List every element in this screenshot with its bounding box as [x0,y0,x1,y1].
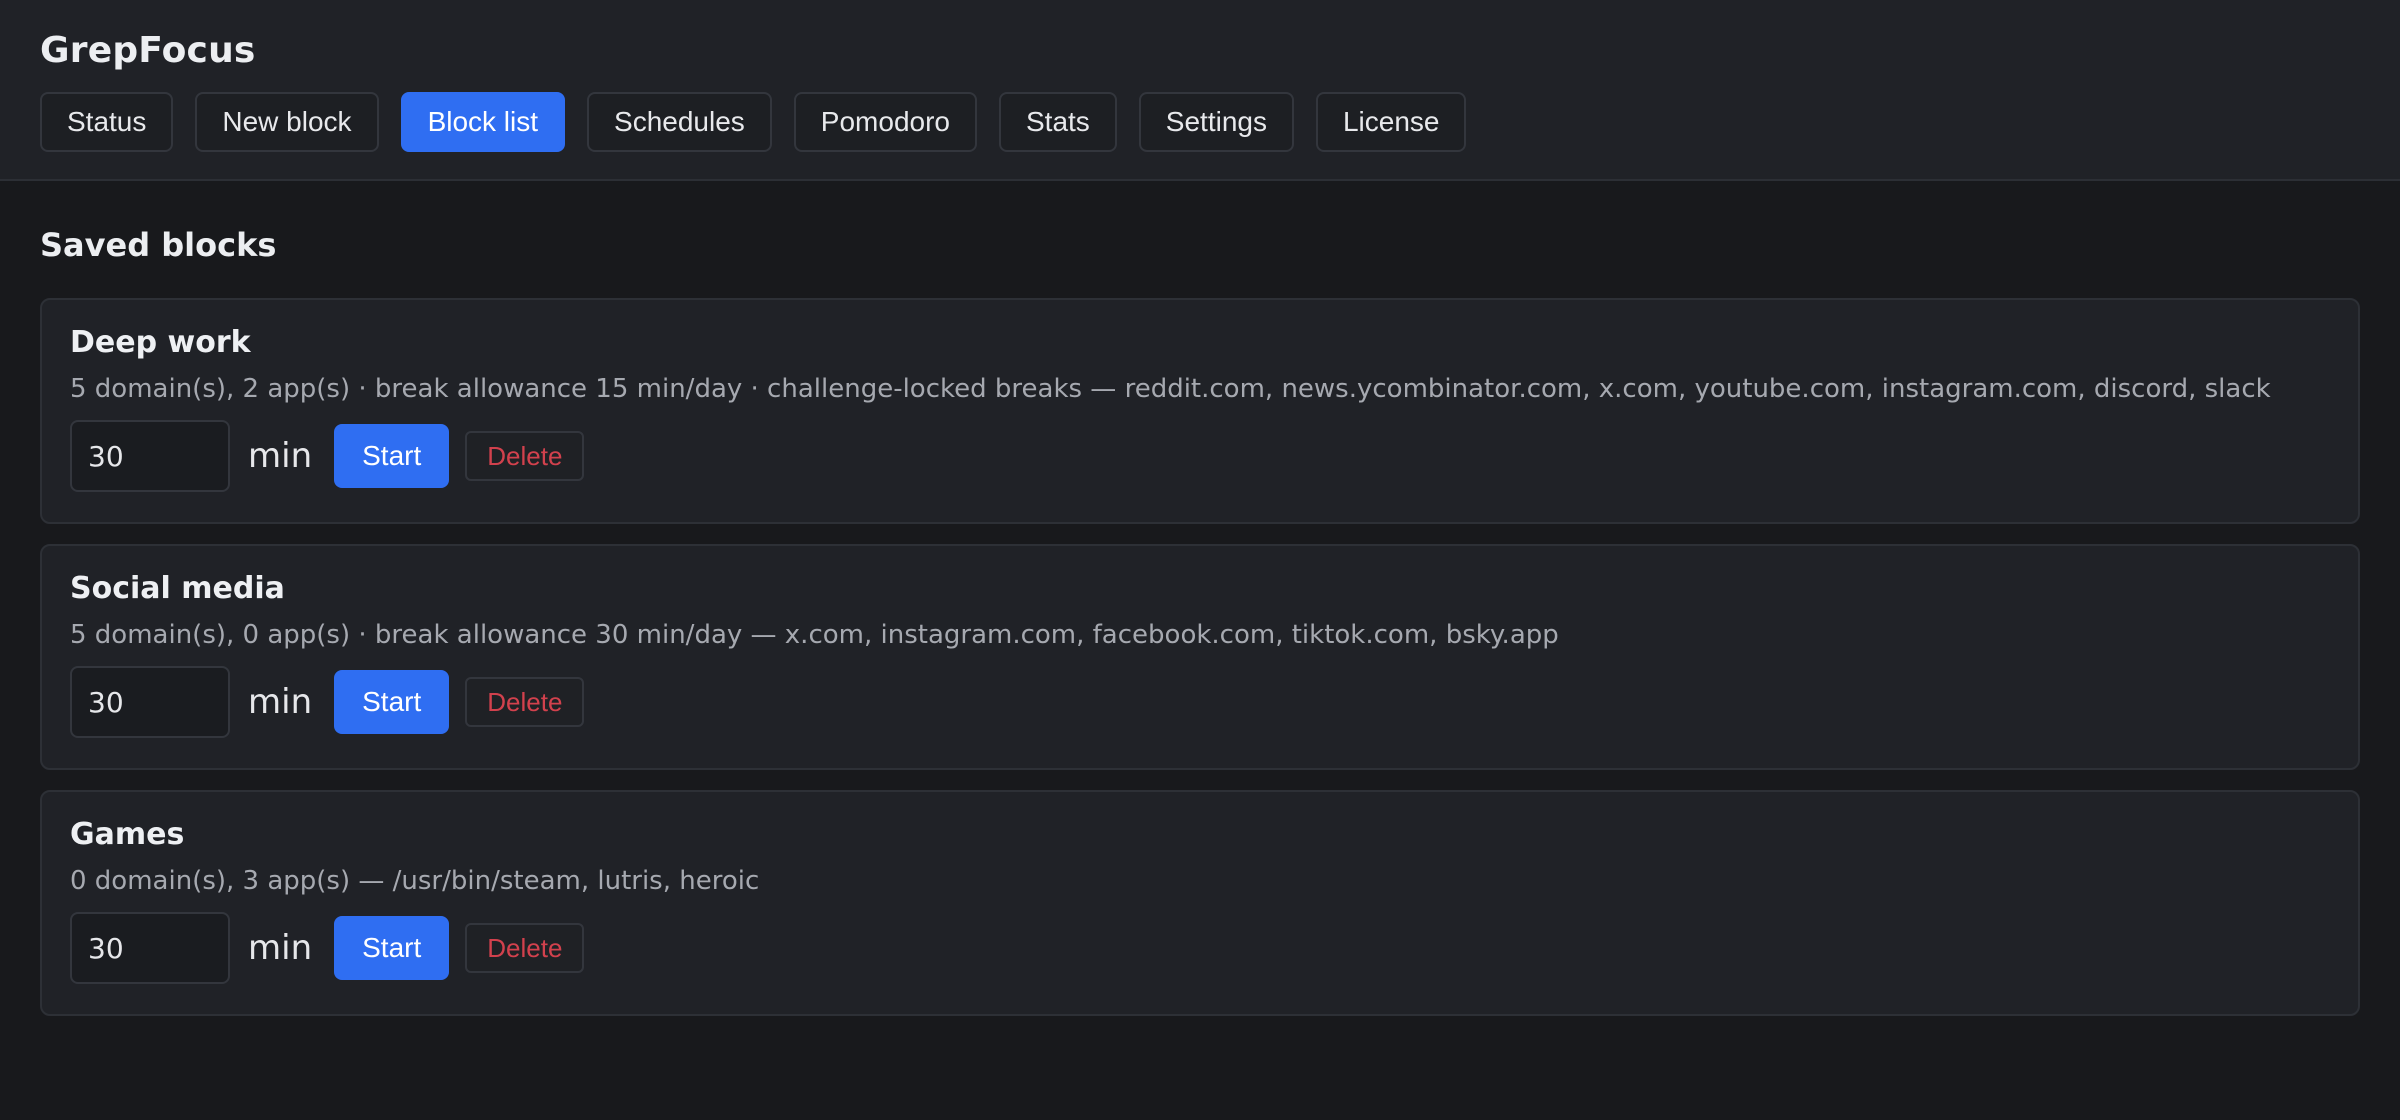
start-button[interactable]: Start [334,916,450,980]
start-button[interactable]: Start [334,670,450,734]
tab-new-block[interactable]: New block [195,92,379,152]
tab-block-list[interactable]: Block list [400,92,566,152]
block-card-social-media: Social media 5 domain(s), 0 app(s) · bre… [40,544,2360,770]
tab-settings[interactable]: Settings [1138,92,1294,152]
block-name: Deep work [70,325,251,360]
tab-status[interactable]: Status [40,92,174,152]
duration-input[interactable] [70,912,230,984]
section-title: Saved blocks [40,226,277,264]
app-header: GrepFocus Status New block Block list Sc… [0,0,2400,181]
duration-input[interactable] [70,666,230,738]
duration-unit-label: min [248,682,313,722]
delete-button[interactable]: Delete [465,431,585,481]
duration-unit-label: min [248,928,313,968]
start-button[interactable]: Start [334,424,450,488]
tab-license[interactable]: License [1315,92,1467,152]
block-controls: min Start Delete [70,420,2330,492]
block-description: 5 domain(s), 0 app(s) · break allowance … [70,620,1559,650]
block-name: Social media [70,571,285,606]
delete-button[interactable]: Delete [465,923,585,973]
block-card-games: Games 0 domain(s), 3 app(s) — /usr/bin/s… [40,790,2360,1016]
delete-button[interactable]: Delete [465,677,585,727]
duration-unit-label: min [248,436,313,476]
tab-stats[interactable]: Stats [998,92,1117,152]
duration-input[interactable] [70,420,230,492]
tab-bar: Status New block Block list Schedules Po… [40,92,1467,152]
block-controls: min Start Delete [70,666,2330,738]
block-card-deep-work: Deep work 5 domain(s), 2 app(s) · break … [40,298,2360,524]
app-title: GrepFocus [40,30,256,71]
block-description: 5 domain(s), 2 app(s) · break allowance … [70,374,2271,404]
block-description: 0 domain(s), 3 app(s) — /usr/bin/steam, … [70,866,760,896]
block-controls: min Start Delete [70,912,2330,984]
tab-pomodoro[interactable]: Pomodoro [793,92,977,152]
block-name: Games [70,817,185,852]
block-list: Deep work 5 domain(s), 2 app(s) · break … [40,298,2360,1016]
tab-schedules[interactable]: Schedules [587,92,772,152]
